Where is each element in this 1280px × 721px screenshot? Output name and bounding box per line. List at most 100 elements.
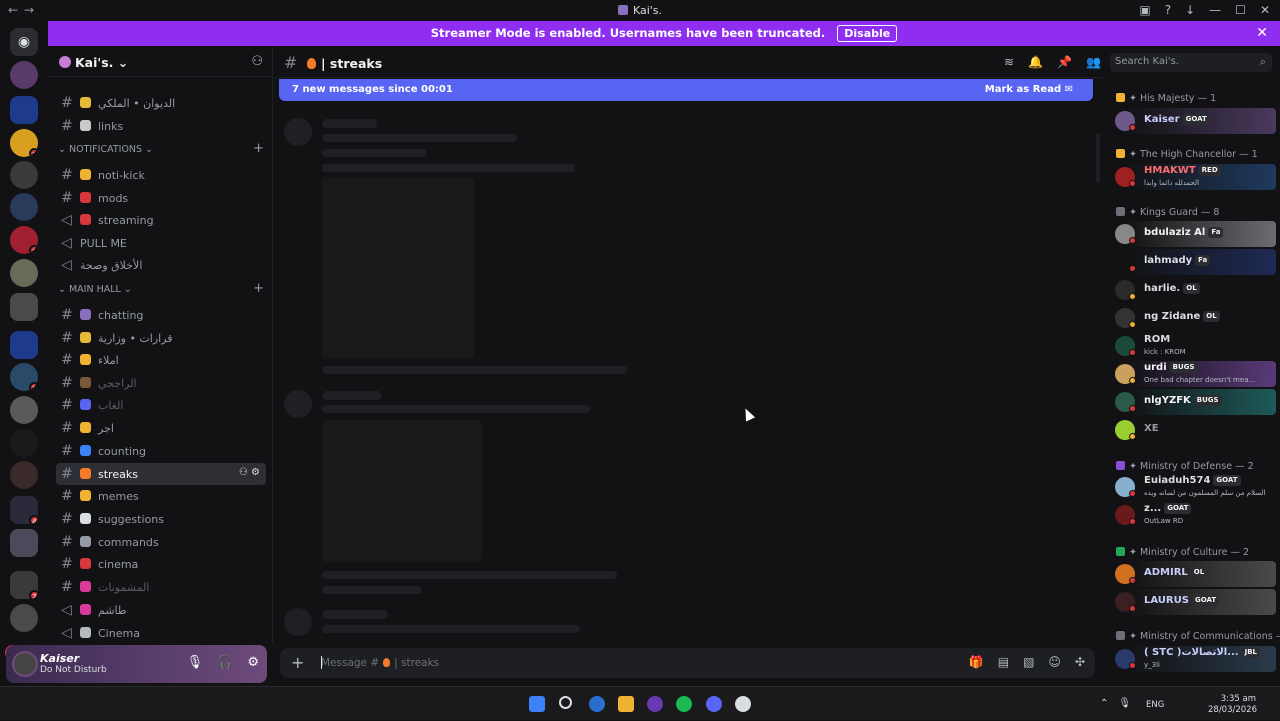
category-main-hall[interactable]: ⌄ MAIN HALL ⌄ + xyxy=(58,281,268,296)
member-item[interactable]: urdi BUGS One bad chapter doesn't mea... xyxy=(1112,361,1276,387)
member-item[interactable]: ROM kick : KROM xyxy=(1112,333,1276,359)
server-header[interactable]: Kai's. ⌄ ⚇ xyxy=(48,47,273,77)
language-indicator[interactable]: ENG xyxy=(1146,700,1164,710)
member-item[interactable]: nlgYZFK BUGS xyxy=(1112,389,1276,415)
app-icon[interactable] xyxy=(735,696,751,712)
member-item[interactable]: harlie. OL xyxy=(1112,277,1276,303)
inbox-icon[interactable]: ▣ xyxy=(1139,3,1150,17)
message-composer[interactable]: + Message # | streaks 🎁 ▤ ▧ ☺ ✣ xyxy=(280,648,1095,678)
browser-icon[interactable] xyxy=(589,696,605,712)
member-item[interactable]: Euiaduh574 GOAT السلام من سلم المسلمون من … xyxy=(1112,474,1276,500)
threads-icon[interactable]: ≋ xyxy=(1004,55,1014,69)
minimize-button[interactable]: — xyxy=(1209,3,1221,17)
tray-icons[interactable]: ⌃ 🎙 xyxy=(1100,698,1131,709)
channel-item[interactable]: # الراجحي xyxy=(56,372,266,394)
server-folder-icon[interactable]: 2 xyxy=(10,571,38,599)
clock[interactable]: 3:35 am 28/03/2026 xyxy=(1208,694,1257,716)
server-icon[interactable] xyxy=(10,161,38,189)
add-channel-icon[interactable]: + xyxy=(253,141,264,156)
member-list-icon[interactable]: 👥 xyxy=(1086,55,1101,69)
maximize-button[interactable]: ☐ xyxy=(1235,3,1246,17)
channel-item[interactable]: # المشمونات xyxy=(56,576,266,598)
server-icon[interactable] xyxy=(10,429,38,457)
headphones-icon[interactable]: 🎧 xyxy=(217,655,233,670)
avatar[interactable] xyxy=(12,651,38,677)
close-banner-icon[interactable]: ✕ xyxy=(1256,21,1268,46)
server-folder-icon[interactable]: 4 xyxy=(10,496,38,524)
sticker-icon[interactable]: ▧ xyxy=(1023,655,1034,669)
category-notifications[interactable]: ⌄ NOTIFICATIONS ⌄ + xyxy=(58,141,268,156)
invite-people-icon[interactable]: ⚇ xyxy=(251,54,263,69)
channel-item[interactable]: # الغاب xyxy=(56,394,266,416)
channel-item[interactable]: # cinema xyxy=(56,553,266,575)
spotify-icon[interactable] xyxy=(676,696,692,712)
discord-icon[interactable] xyxy=(706,696,722,712)
member-item[interactable]: lahmady Fa xyxy=(1112,249,1276,275)
pinned-messages-icon[interactable]: 📌 xyxy=(1057,55,1072,69)
member-item[interactable]: HMAKWT RED الحمدلله دائما وابدا xyxy=(1112,164,1276,190)
channel-item[interactable]: # mods xyxy=(56,187,266,209)
member-item[interactable]: XE xyxy=(1112,417,1276,443)
search-icon[interactable] xyxy=(559,696,572,709)
attach-plus-icon[interactable]: + xyxy=(291,653,304,672)
server-folder-icon[interactable] xyxy=(10,96,38,124)
windows-start-icon[interactable] xyxy=(529,696,545,712)
apps-icon[interactable]: ✣ xyxy=(1075,655,1085,669)
channel-item[interactable]: ◁ PULL ME xyxy=(56,232,266,254)
channel-item[interactable]: # اجر xyxy=(56,417,266,439)
channel-item[interactable]: # suggestions xyxy=(56,508,266,530)
gif-icon[interactable]: ▤ xyxy=(998,655,1009,669)
emoji-icon[interactable]: ☺ xyxy=(1048,655,1061,669)
channel-item[interactable]: ◁ streaming xyxy=(56,209,266,231)
channel-item[interactable]: # counting xyxy=(56,440,266,462)
microphone-icon[interactable]: 🎙 xyxy=(187,655,204,670)
search-input[interactable]: Search Kai's. ⌕ xyxy=(1110,53,1272,72)
server-folder-icon[interactable] xyxy=(10,529,38,557)
member-item[interactable]: LAURUS GOAT xyxy=(1112,589,1276,615)
channel-item[interactable]: ◁ الأخلاق وصحة xyxy=(56,254,266,276)
channel-item[interactable]: # noti-kick xyxy=(56,164,266,186)
channel-item[interactable]: # commands xyxy=(56,531,266,553)
server-icon[interactable]: 1 xyxy=(10,226,38,254)
channel-item[interactable]: # links xyxy=(56,115,266,137)
member-item[interactable]: ADMIRL OL xyxy=(1112,561,1276,587)
app-icon[interactable] xyxy=(647,696,663,712)
notification-bell-icon[interactable]: 🔔 xyxy=(1028,55,1043,69)
member-item[interactable]: bdulaziz Al Fa xyxy=(1112,221,1276,247)
channel-item[interactable]: ◁ طاشم xyxy=(56,599,266,621)
add-channel-icon[interactable]: + xyxy=(253,281,264,296)
channel-item[interactable]: # chatting xyxy=(56,304,266,326)
channel-item[interactable]: ◁ Cinema xyxy=(56,622,266,644)
server-icon[interactable]: 3 xyxy=(10,129,38,157)
scrollbar[interactable] xyxy=(1096,133,1100,183)
close-window-button[interactable]: ✕ xyxy=(1260,3,1270,17)
member-item[interactable]: z... GOAT OutLaw RD xyxy=(1112,502,1276,528)
server-folder-icon[interactable] xyxy=(10,331,38,359)
channel-settings-icon[interactable]: ⚇ ⚙ xyxy=(239,467,260,478)
server-icon[interactable] xyxy=(10,604,38,632)
server-icon[interactable] xyxy=(10,461,38,489)
gift-icon[interactable]: 🎁 xyxy=(969,655,984,669)
channel-item[interactable]: # الديوان • الملكي xyxy=(56,92,266,114)
disable-button[interactable]: Disable xyxy=(837,25,898,42)
download-icon[interactable]: ↓ xyxy=(1185,3,1195,17)
server-icon[interactable] xyxy=(10,396,38,424)
channel-item[interactable]: # memes xyxy=(56,485,266,507)
server-icon-kais[interactable] xyxy=(10,61,38,89)
chevron-up-icon[interactable]: ⌃ xyxy=(1100,698,1108,709)
help-icon[interactable]: ? xyxy=(1165,3,1171,17)
discord-home-icon[interactable]: ◉ xyxy=(10,28,38,56)
server-icon[interactable] xyxy=(10,259,38,287)
file-explorer-icon[interactable] xyxy=(618,696,634,712)
member-item[interactable]: ng Zidane OL xyxy=(1112,305,1276,331)
member-item[interactable]: ( STC )الاتصالات... JBL y_3li xyxy=(1112,646,1276,672)
channel-item[interactable]: # املاء xyxy=(56,349,266,371)
member-item[interactable]: Kaiser GOAT xyxy=(1112,108,1276,134)
channel-item[interactable]: # streaks ⚇ ⚙ xyxy=(56,463,266,485)
microphone-icon[interactable]: 🎙 xyxy=(1118,698,1131,709)
channel-item[interactable]: # قرارات • وزارية xyxy=(56,327,266,349)
mark-as-read-button[interactable]: Mark as Read xyxy=(985,84,1061,95)
new-messages-bar[interactable]: 7 new messages since 00:01 Mark as Read … xyxy=(279,79,1093,101)
server-icon[interactable] xyxy=(10,193,38,221)
settings-gear-icon[interactable]: ⚙ xyxy=(247,655,259,670)
